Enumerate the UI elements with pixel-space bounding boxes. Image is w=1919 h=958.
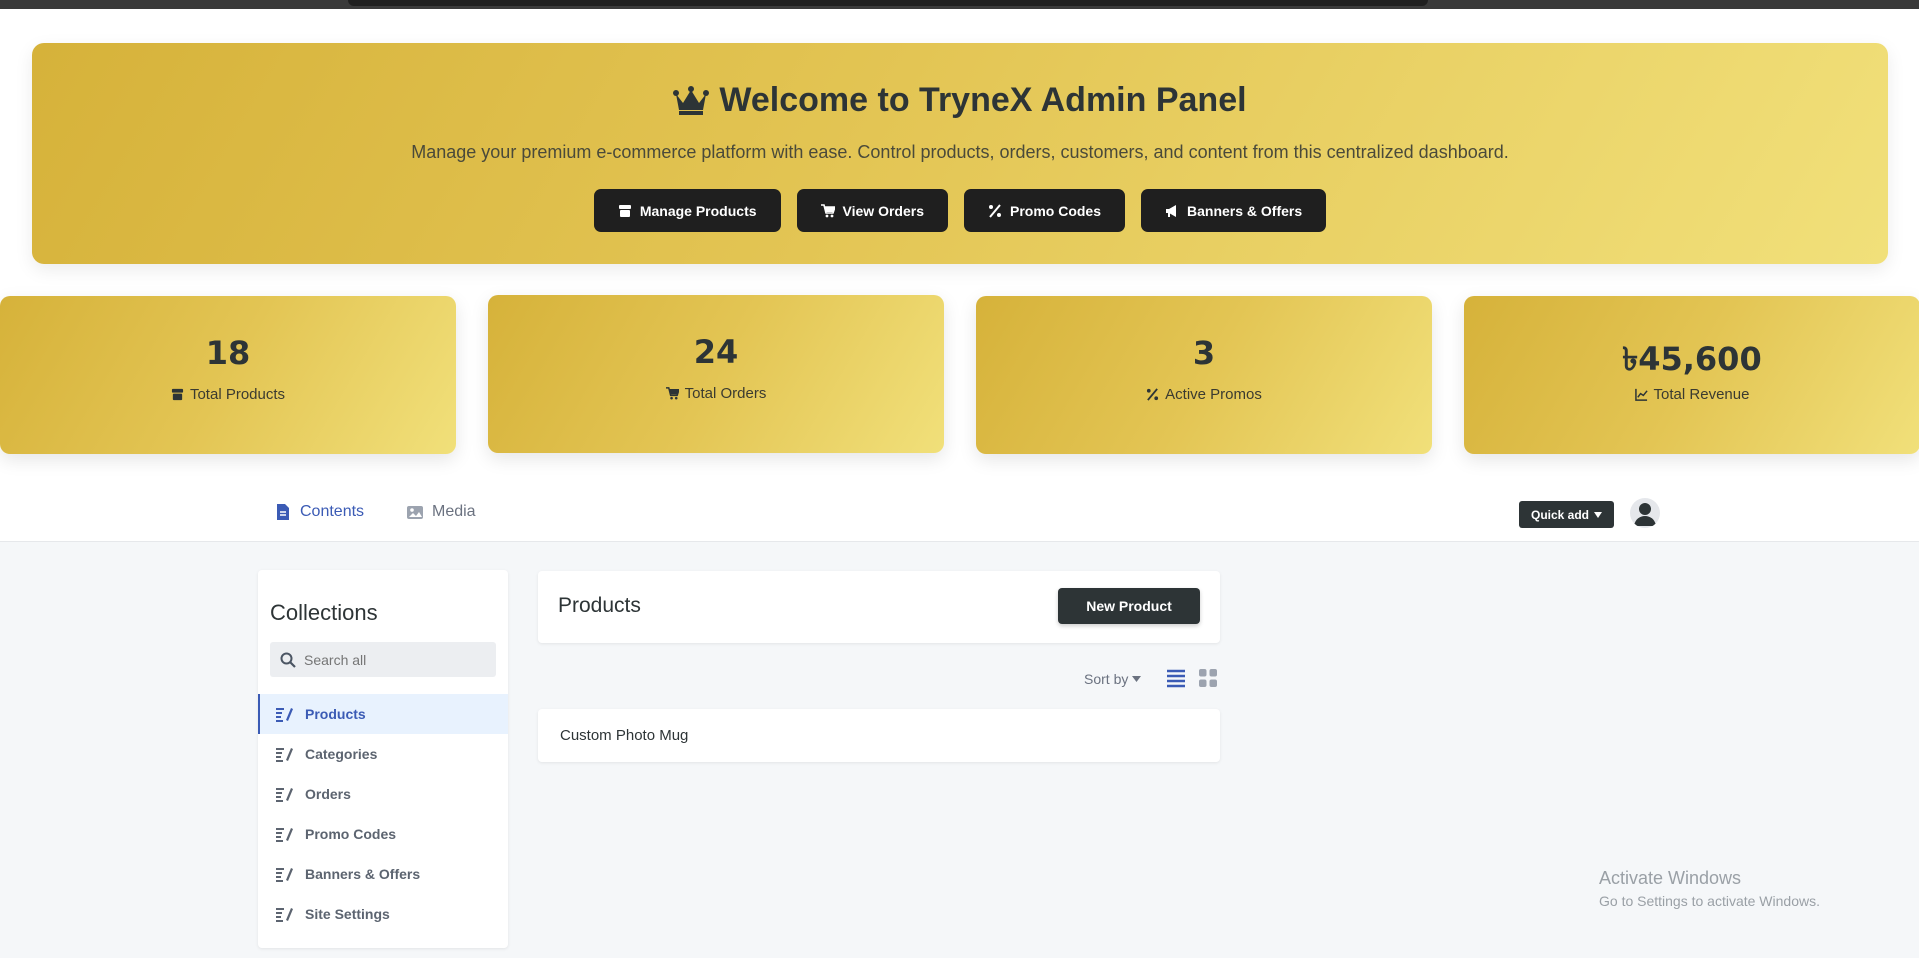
- welcome-hero: Welcome to TryneX Admin Panel Manage you…: [32, 43, 1888, 264]
- tab-contents-label: Contents: [300, 503, 365, 520]
- stat-label: Total Products: [189, 386, 286, 403]
- caret-down-icon: [1132, 676, 1142, 682]
- sidebar-item-site-settings[interactable]: Site Settings: [258, 894, 508, 934]
- stat-label: Total Revenue: [1653, 386, 1750, 403]
- sidebar-item-label: Categories: [305, 746, 378, 762]
- stat-value: ৳45,600: [1622, 340, 1762, 378]
- sidebar-item-label: Products: [305, 706, 366, 722]
- box-icon: [171, 388, 184, 401]
- view-orders-button[interactable]: View Orders: [796, 189, 948, 232]
- stat-label: Total Orders: [684, 385, 767, 402]
- caret-down-icon: [1594, 511, 1603, 518]
- stat-value: 24: [693, 333, 739, 371]
- watermark-line-2: Go to Settings to activate Windows.: [1599, 893, 1820, 909]
- view-orders-label: View Orders: [842, 202, 924, 219]
- sidebar-item-promo-codes[interactable]: Promo Codes: [258, 814, 508, 854]
- sort-by-dropdown[interactable]: Sort by: [1084, 671, 1142, 687]
- stat-card-active-promos: 3 Active Promos: [976, 296, 1432, 454]
- sidebar-item-label: Site Settings: [305, 906, 390, 922]
- hero-subtitle: Manage your premium e-commerce platform …: [411, 142, 1509, 162]
- cms-navbar: Contents Media Quick add: [0, 486, 1919, 542]
- edit-list-icon: [276, 908, 293, 922]
- sidebar-item-orders[interactable]: Orders: [258, 774, 508, 814]
- list-item-title: Custom Photo Mug: [560, 727, 689, 744]
- manage-products-label: Manage Products: [639, 202, 757, 219]
- search-box: [270, 642, 496, 677]
- edit-list-icon: [276, 868, 293, 882]
- stat-value: 3: [1192, 334, 1216, 372]
- products-header-panel: Products New Product: [538, 571, 1220, 643]
- browser-top-strip: [0, 0, 1919, 9]
- watermark-line-1: Activate Windows: [1599, 868, 1742, 888]
- sort-by-label: Sort by: [1084, 671, 1129, 687]
- megaphone-icon: [1166, 204, 1176, 217]
- search-input[interactable]: [304, 651, 484, 668]
- hero-actions: Manage Products View Orders Promo Codes …: [32, 189, 1888, 232]
- edit-list-icon: [276, 788, 293, 802]
- search-icon: [280, 652, 296, 668]
- image-icon: [407, 506, 423, 519]
- chart-line-icon: [1634, 388, 1648, 401]
- tab-contents[interactable]: Contents: [274, 503, 364, 521]
- promo-codes-button[interactable]: Promo Codes: [963, 189, 1125, 232]
- quick-add-button[interactable]: Quick add: [1519, 501, 1615, 528]
- browser-tab-strip: [348, 0, 1428, 6]
- stat-card-total-products: 18 Total Products: [0, 296, 456, 454]
- sidebar-item-label: Orders: [305, 786, 351, 802]
- crown-icon: [673, 85, 710, 115]
- grid-view-icon[interactable]: [1198, 668, 1218, 688]
- list-view-icon[interactable]: [1166, 668, 1186, 688]
- box-icon: [618, 204, 631, 217]
- page-title: Products: [558, 594, 641, 617]
- banners-offers-label: Banners & Offers: [1187, 202, 1303, 219]
- sidebar-item-products[interactable]: Products: [258, 694, 508, 734]
- stat-label-row: Total Revenue: [1464, 386, 1919, 403]
- hero-title-text: Welcome to TryneX Admin Panel: [719, 81, 1247, 119]
- edit-list-icon: [276, 708, 293, 722]
- stat-card-total-orders: 24 Total Orders: [488, 295, 944, 453]
- stat-value: 18: [205, 334, 251, 372]
- stat-label-row: Total Orders: [488, 385, 944, 402]
- percent-icon: [1147, 388, 1159, 401]
- edit-list-icon: [276, 828, 293, 842]
- cart-icon: [665, 387, 679, 400]
- sidebar-item-categories[interactable]: Categories: [258, 734, 508, 774]
- stat-label-row: Total Products: [0, 386, 456, 403]
- sidebar-title: Collections: [270, 600, 378, 625]
- collections-sidebar: Collections Products Categories Orders P…: [258, 570, 508, 948]
- file-icon: [277, 504, 289, 520]
- stat-label: Active Promos: [1165, 386, 1262, 403]
- cart-icon: [820, 203, 835, 217]
- avatar[interactable]: [1630, 498, 1660, 528]
- user-icon: [1634, 503, 1656, 526]
- stat-card-total-revenue: ৳45,600 Total Revenue: [1464, 296, 1919, 454]
- stat-label-row: Active Promos: [976, 386, 1432, 403]
- sidebar-item-banners-offers[interactable]: Banners & Offers: [258, 854, 508, 894]
- hero-title: Welcome to TryneX Admin Panel: [32, 81, 1888, 120]
- quick-add-label: Quick add: [1531, 507, 1590, 522]
- manage-products-button[interactable]: Manage Products: [593, 189, 781, 232]
- tab-media-label: Media: [432, 503, 476, 520]
- sidebar-item-label: Banners & Offers: [305, 866, 421, 882]
- tab-media[interactable]: Media: [406, 503, 476, 521]
- sidebar-item-label: Promo Codes: [305, 826, 397, 842]
- new-product-button[interactable]: New Product: [1058, 588, 1200, 624]
- promo-codes-label: Promo Codes: [1009, 202, 1101, 219]
- activate-windows-watermark: Activate Windows Go to Settings to activ…: [1599, 868, 1820, 909]
- banners-offers-button[interactable]: Banners & Offers: [1141, 189, 1327, 232]
- edit-list-icon: [276, 748, 293, 762]
- list-item[interactable]: Custom Photo Mug: [538, 709, 1220, 762]
- percent-icon: [988, 203, 1001, 218]
